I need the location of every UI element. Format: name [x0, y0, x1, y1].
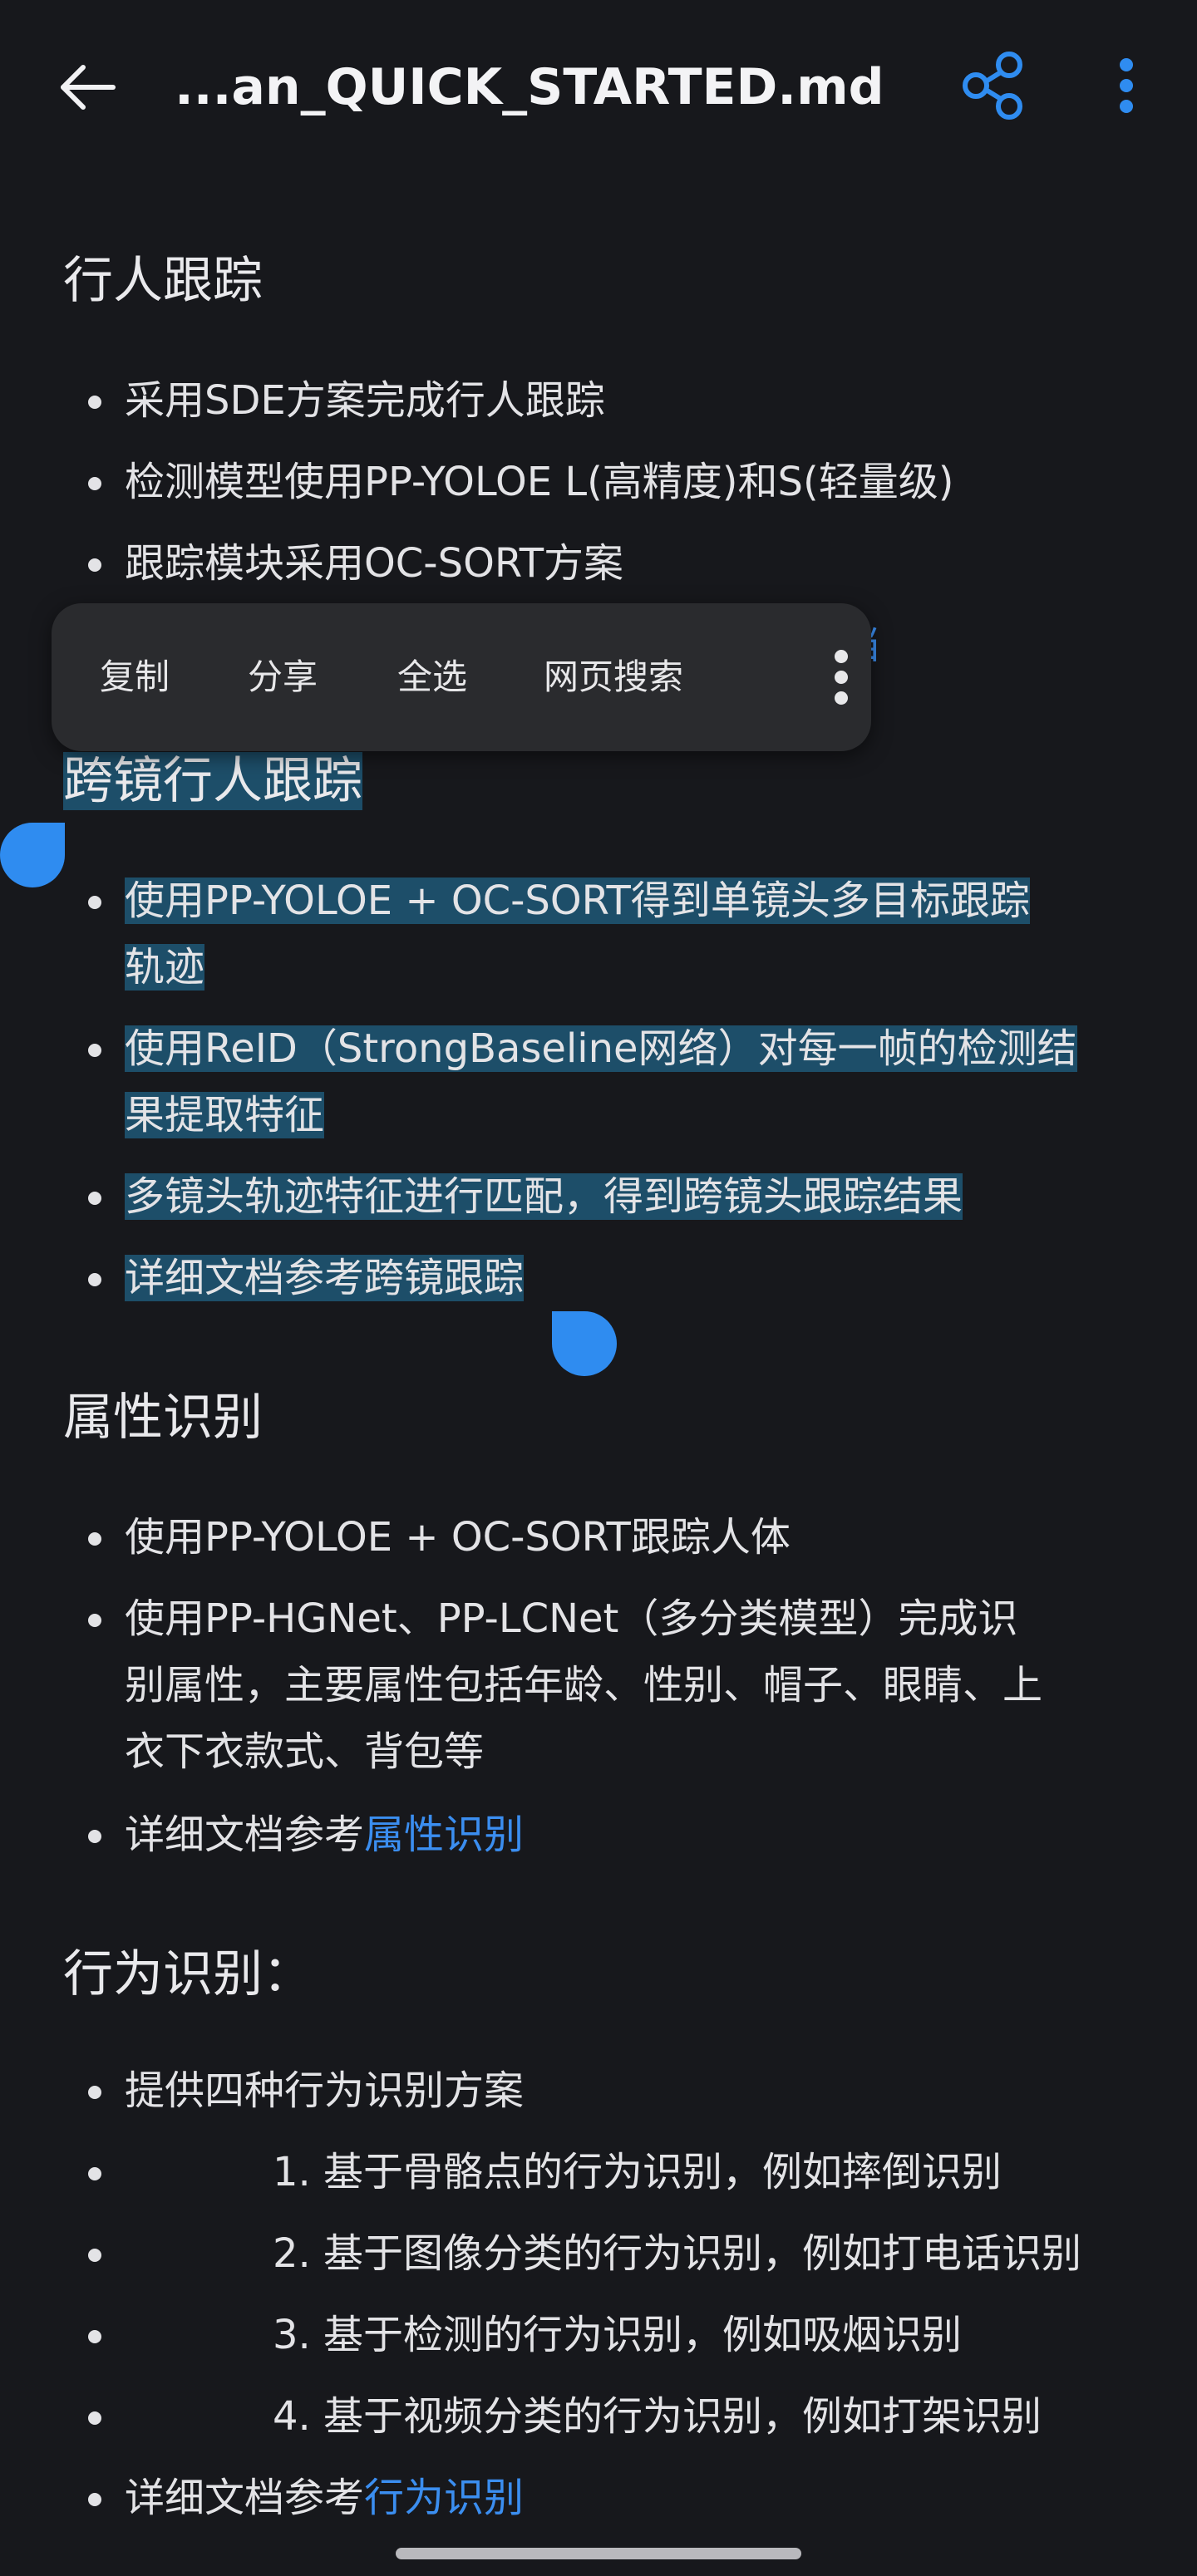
selected-text: 跨镜行人跟踪	[63, 752, 362, 810]
bullet	[88, 2249, 101, 2262]
section-heading: 属性识别	[63, 1389, 263, 1447]
menu-more-button[interactable]	[816, 640, 866, 715]
list-item: 提供四种行为识别方案	[125, 2067, 525, 2114]
bullet	[88, 2330, 101, 2343]
list-item: 详细文档参考属性识别	[125, 1802, 1147, 1868]
list-item: 使用PP-YOLOE + OC-SORT跟踪人体	[125, 1514, 791, 1561]
list-line: 别属性，主要属性包括年龄、性别、帽子、眼睛、上	[125, 1662, 1043, 1708]
more-options-button[interactable]	[1089, 48, 1164, 123]
selected-text: 多镜头轨迹特征进行匹配，得到跨镜头跟踪结果	[125, 1173, 963, 1220]
bullet	[88, 896, 101, 909]
bullet	[88, 2086, 101, 2099]
list-item: 详细文档参考行为识别	[125, 2465, 1147, 2531]
home-indicator[interactable]	[396, 2548, 801, 2559]
markdown-viewer-page: ...an_QUICK_STARTED.md 行人跟踪 采用SDE方案完成行人跟…	[0, 0, 1197, 2576]
list-item: 详细文档参考跨镜跟踪	[125, 1245, 1147, 1311]
list-item: 2. 基于图像分类的行为识别，例如打电话识别	[273, 2230, 1082, 2277]
list-line: 使用PP-HGNet、PP-LCNet（多分类模型）完成识	[125, 1595, 1018, 1642]
selected-text: 使用PP-YOLOE + OC-SORT得到单镜头多目标跟踪	[125, 878, 1030, 924]
list-item: 3. 基于检测的行为识别，例如吸烟识别	[273, 2312, 963, 2358]
selected-text: 果提取特征	[125, 1092, 325, 1138]
list-item: 多镜头轨迹特征进行匹配，得到跨镜头跟踪结果	[125, 1163, 1147, 1230]
back-button[interactable]	[50, 50, 125, 125]
list-item: 1. 基于骨骼点的行为识别，例如摔倒识别	[273, 2149, 1002, 2195]
more-vert-icon	[1120, 58, 1133, 113]
bullet	[88, 1044, 101, 1057]
attribute-recognition-link[interactable]: 属性识别	[364, 1812, 524, 1858]
web-search-menu-item[interactable]: 网页搜索	[544, 603, 683, 751]
bullet	[88, 1532, 101, 1546]
share-button[interactable]	[956, 48, 1031, 123]
section-heading: 跨镜行人跟踪	[63, 748, 362, 814]
bullet	[88, 2411, 101, 2425]
list-text: 详细文档参考	[125, 2475, 365, 2521]
bullet	[88, 396, 101, 409]
bullet	[88, 477, 101, 490]
copy-menu-item[interactable]: 复制	[100, 603, 170, 751]
bullet	[88, 1614, 101, 1627]
selected-text: 轨迹	[125, 944, 205, 991]
list-item: 采用SDE方案完成行人跟踪	[125, 377, 605, 424]
list-item: 检测模型使用PP-YOLOE L(高精度)和S(轻量级)	[125, 459, 954, 505]
bullet	[88, 1830, 101, 1843]
select-all-menu-item[interactable]: 全选	[397, 603, 467, 751]
bullet	[88, 1273, 101, 1286]
list-line: 衣下衣款式、背包等	[125, 1728, 485, 1775]
bullet	[88, 558, 101, 572]
text-selection-menu: 复制 分享 全选 网页搜索	[52, 603, 871, 751]
list-item: 使用ReID（StrongBaseline网络）对每一帧的检测结 果提取特征	[125, 1015, 1147, 1148]
bullet	[88, 1192, 101, 1205]
list-item: 使用PP-HGNet、PP-LCNet（多分类模型）完成识 别属性，主要属性包括…	[125, 1585, 1147, 1785]
more-vert-icon	[835, 650, 848, 705]
list-item: 使用PP-YOLOE + OC-SORT得到单镜头多目标跟踪 轨迹	[125, 868, 1147, 1000]
bullet	[88, 2493, 101, 2506]
section-heading: 行为识别：	[63, 1945, 313, 2003]
section-heading: 行人跟踪	[63, 252, 263, 310]
behavior-recognition-link[interactable]: 行为识别	[364, 2475, 524, 2521]
arrow-left-icon	[61, 65, 116, 110]
app-bar: ...an_QUICK_STARTED.md	[0, 0, 1197, 175]
share-icon	[963, 52, 1022, 120]
selection-start-handle[interactable]	[0, 823, 65, 887]
selected-text: 详细文档参考跨镜跟踪	[125, 1255, 525, 1301]
list-item: 跟踪模块采用OC-SORT方案	[125, 540, 624, 587]
selected-text: 使用ReID（StrongBaseline网络）对每一帧的检测结	[125, 1025, 1077, 1072]
list-item: 4. 基于视频分类的行为识别，例如打架识别	[273, 2393, 1042, 2440]
bullet	[88, 2167, 101, 2180]
selection-end-handle[interactable]	[552, 1311, 617, 1376]
page-title: ...an_QUICK_STARTED.md	[175, 58, 884, 116]
share-menu-item[interactable]: 分享	[248, 603, 318, 751]
list-text: 详细文档参考	[125, 1812, 365, 1858]
